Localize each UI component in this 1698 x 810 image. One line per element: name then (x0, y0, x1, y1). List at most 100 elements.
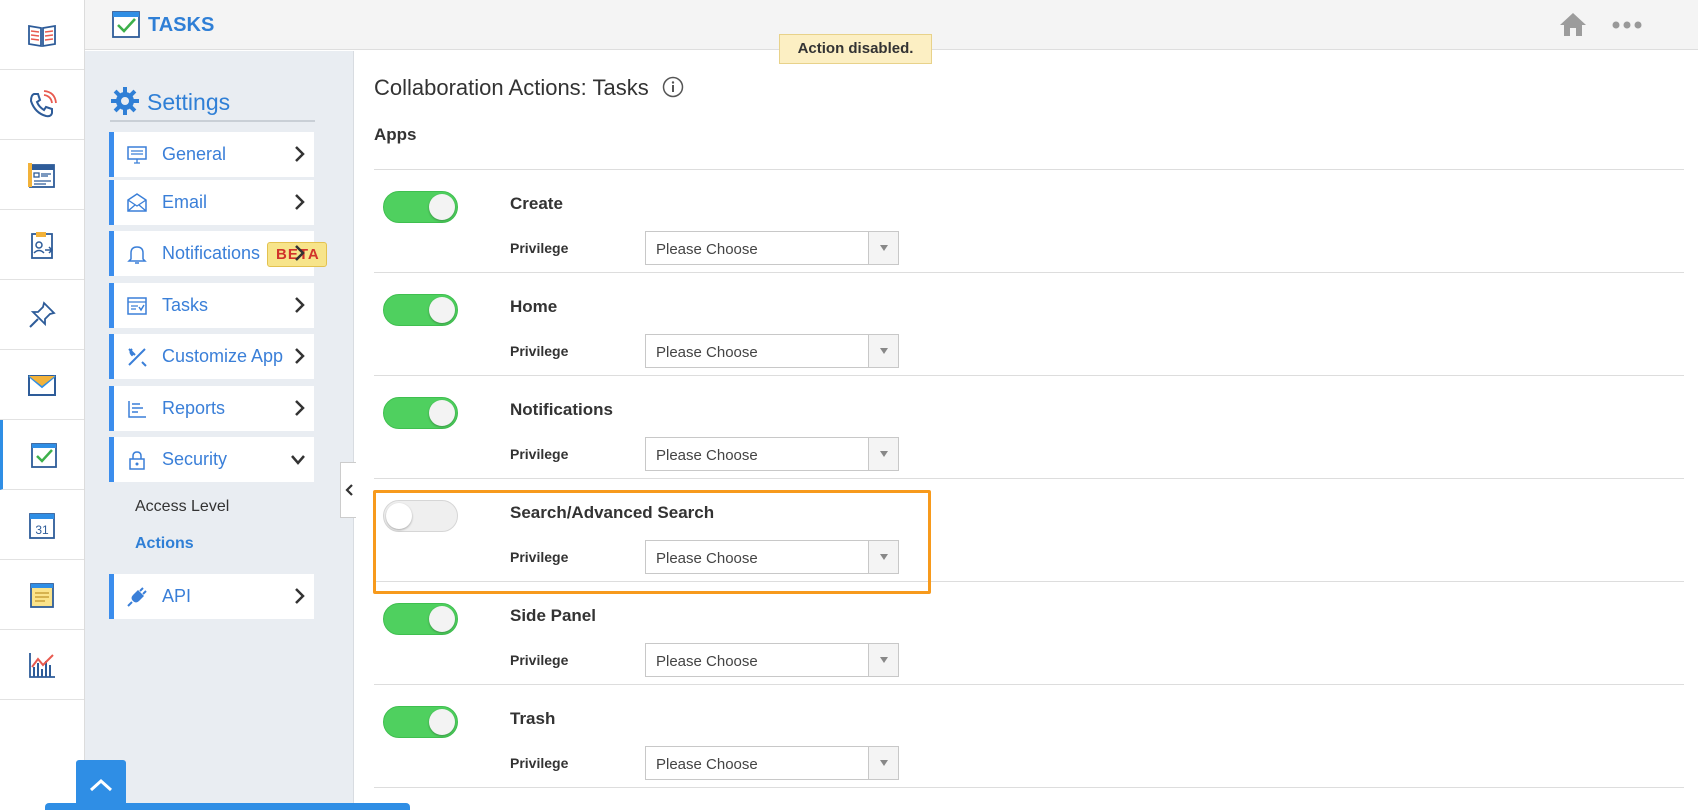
dropdown-arrow-icon[interactable] (868, 644, 898, 676)
toggle-switch[interactable] (383, 397, 458, 429)
tasks-logo-icon (112, 11, 140, 38)
toggle-switch[interactable] (383, 500, 458, 532)
privilege-label: Privilege (510, 755, 569, 771)
settings-sidebar: Settings General Email Notifications BET… (85, 51, 354, 810)
nav-security-label: Security (162, 449, 228, 469)
nav-general[interactable]: General (109, 132, 314, 177)
calendar-icon: 31 (29, 512, 55, 539)
nav-general-label: General (162, 144, 227, 164)
rail-book[interactable] (0, 0, 84, 70)
collapse-sidebar-button[interactable] (340, 462, 356, 518)
sub-item-access-level[interactable]: Access Level (135, 498, 229, 516)
book-icon (28, 24, 56, 47)
tools-icon (128, 347, 147, 367)
rail-analytics[interactable] (0, 630, 84, 700)
rail-calendar[interactable]: 31 (0, 490, 84, 560)
contacts-icon (28, 162, 55, 188)
nav-api[interactable]: API (109, 574, 314, 619)
privilege-select[interactable]: Please Choose (645, 334, 899, 368)
action-title: Trash (510, 709, 556, 728)
rail-tasks[interactable] (0, 420, 84, 490)
privilege-value: Please Choose (656, 653, 758, 670)
nav-email[interactable]: Email (109, 180, 314, 225)
nav-tasks[interactable]: Tasks (109, 283, 314, 328)
toggle-knob (386, 503, 412, 529)
toggle-switch[interactable] (383, 603, 458, 635)
sub-item-actions[interactable]: Actions (135, 535, 194, 553)
dropdown-arrow-icon[interactable] (868, 232, 898, 264)
toggle-switch[interactable] (383, 191, 458, 223)
privilege-select[interactable]: Please Choose (645, 437, 899, 471)
lock-icon (129, 450, 145, 470)
tasks-icon (30, 442, 57, 468)
bottom-bar (45, 803, 410, 810)
privilege-value: Please Choose (656, 344, 758, 361)
chevron-left-icon (344, 484, 353, 496)
main-content: Collaboration Actions: Tasks Apps Create… (355, 51, 1698, 810)
settings-header: Settings (110, 84, 315, 122)
gear-icon (111, 87, 139, 115)
chevron-right-icon (295, 245, 305, 261)
analytics-icon (29, 652, 55, 678)
app-rail: 31 (0, 0, 85, 810)
tasks-list-icon (127, 296, 147, 315)
action-title: Create (510, 194, 563, 213)
settings-title: Settings (147, 89, 231, 115)
action-row: Notifications Privilege Please Choose (374, 376, 1684, 479)
privilege-value: Please Choose (656, 241, 758, 258)
toggle-switch[interactable] (383, 294, 458, 326)
toggle-knob (429, 400, 455, 426)
monitor-icon (127, 145, 147, 164)
pin-icon (29, 300, 56, 328)
chevron-right-icon (295, 348, 305, 364)
action-row: Create Privilege Please Choose (374, 170, 1684, 273)
action-row: Home Privilege Please Choose (374, 273, 1684, 376)
toggle-knob (429, 709, 455, 735)
rail-transfer[interactable] (0, 210, 84, 280)
nav-reports-label: Reports (162, 398, 226, 418)
dropdown-arrow-icon[interactable] (868, 747, 898, 779)
nav-notifications[interactable]: Notifications BETA (109, 231, 327, 276)
toggle-knob (429, 606, 455, 632)
info-icon[interactable] (662, 76, 684, 98)
privilege-value: Please Choose (656, 756, 758, 773)
calendar-day: 31 (35, 523, 49, 537)
nav-reports[interactable]: Reports (109, 386, 314, 431)
rail-contacts[interactable] (0, 140, 84, 210)
chevron-right-icon (295, 297, 305, 313)
privilege-label: Privilege (510, 343, 569, 359)
mail-icon (28, 374, 56, 396)
more-options-icon[interactable] (1612, 21, 1642, 29)
dropdown-arrow-icon[interactable] (868, 438, 898, 470)
privilege-value: Please Choose (656, 550, 758, 567)
action-row: Trash Privilege Please Choose (374, 685, 1684, 788)
chevron-right-icon (295, 400, 305, 416)
privilege-select[interactable]: Please Choose (645, 540, 899, 574)
rail-notes[interactable] (0, 560, 84, 630)
toggle-switch[interactable] (383, 706, 458, 738)
privilege-label: Privilege (510, 549, 569, 565)
privilege-select[interactable]: Please Choose (645, 643, 899, 677)
chevron-right-icon (295, 588, 305, 604)
phone-icon (29, 89, 57, 117)
dropdown-arrow-icon[interactable] (868, 335, 898, 367)
rail-pin[interactable] (0, 280, 84, 350)
privilege-select[interactable]: Please Choose (645, 231, 899, 265)
nav-customize-app[interactable]: Customize App (109, 334, 314, 379)
nav-security[interactable]: Security (109, 437, 314, 482)
rail-mail[interactable] (0, 350, 84, 420)
chevron-up-icon (89, 778, 113, 792)
chevron-down-icon (291, 455, 305, 465)
toggle-knob (429, 297, 455, 323)
rail-phone[interactable] (0, 70, 84, 140)
chevron-right-icon (295, 146, 305, 162)
privilege-label: Privilege (510, 446, 569, 462)
home-icon[interactable] (1558, 10, 1588, 38)
privilege-label: Privilege (510, 240, 569, 256)
action-title: Notifications (510, 400, 613, 419)
page-title: Collaboration Actions: Tasks (374, 75, 649, 100)
privilege-select[interactable]: Please Choose (645, 746, 899, 780)
report-icon (128, 400, 146, 418)
action-title: Side Panel (510, 606, 596, 625)
dropdown-arrow-icon[interactable] (868, 541, 898, 573)
